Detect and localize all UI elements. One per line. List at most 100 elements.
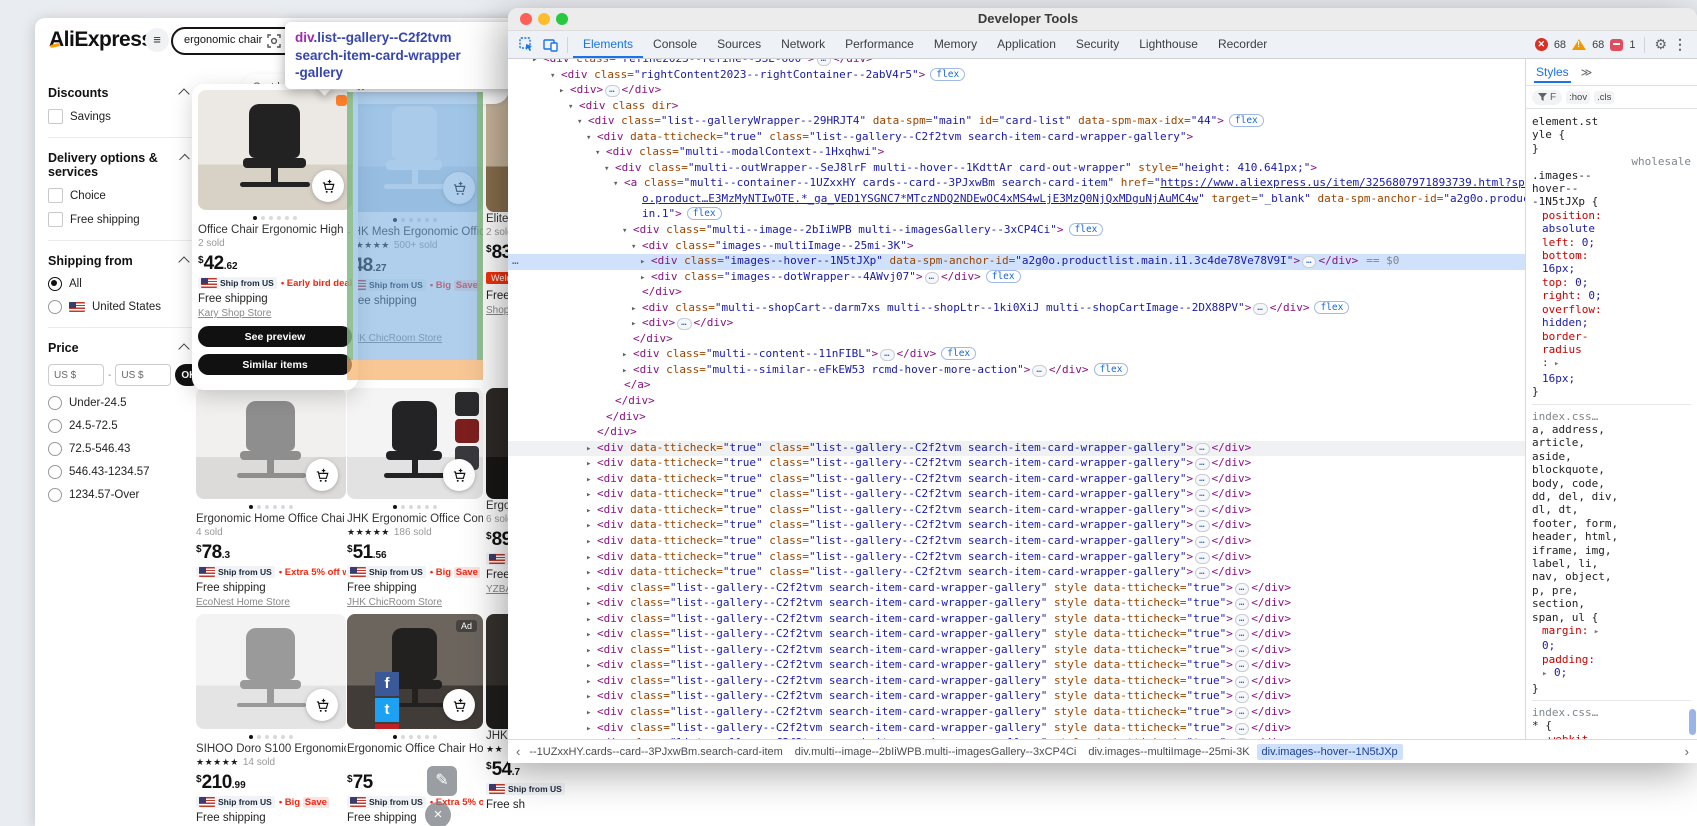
style-line[interactable]: radius: [1532, 343, 1691, 356]
image-carousel-dots[interactable]: [196, 735, 346, 739]
style-line[interactable]: article,: [1532, 436, 1691, 449]
carousel-dot[interactable]: [273, 735, 277, 739]
style-line[interactable]: 0;: [1532, 639, 1691, 652]
expand-arrow-icon[interactable]: ▾: [631, 240, 642, 255]
dom-tree-node[interactable]: ▾ <div class="multi--modalContext--1Hxqhw…: [508, 145, 1525, 161]
expand-arrow-icon[interactable]: ▸: [586, 628, 597, 643]
carousel-dot[interactable]: [289, 735, 293, 739]
image-search-icon[interactable]: [267, 34, 281, 48]
close-window-button[interactable]: [520, 13, 532, 25]
expand-arrow-icon[interactable]: ▸: [559, 84, 570, 99]
dom-tree-node[interactable]: o.product…E3MzMyNTIwOTE.*_ga_VED1YSGNC7*…: [508, 192, 1525, 208]
image-carousel-dots[interactable]: [347, 218, 483, 222]
inline-expand-button[interactable]: …: [1234, 644, 1250, 657]
radio-button[interactable]: [48, 300, 62, 314]
style-line[interactable]: .images--: [1532, 169, 1691, 182]
expand-arrow-icon[interactable]: ▸: [640, 271, 651, 286]
share-facebook-icon[interactable]: f: [375, 672, 399, 696]
product-card[interactable]: JHK Mesh Ergonomic Office C…★★★★★500+ so…: [347, 92, 483, 347]
store-link[interactable]: JHK ChicRoom Store: [347, 333, 483, 344]
product-title[interactable]: SIHOO Doro S100 Ergonomic…: [196, 743, 346, 755]
expand-arrow-icon[interactable]: ▸: [640, 255, 651, 270]
style-line[interactable]: }: [1532, 142, 1691, 155]
error-icon[interactable]: ✕: [1534, 38, 1548, 51]
radio-button[interactable]: [48, 396, 62, 410]
expand-arrow-icon[interactable]: ▾: [622, 224, 633, 239]
chevron-up-icon[interactable]: [178, 343, 190, 355]
dom-tree-node[interactable]: ▸<div class="list--gallery--C2f2tvm sear…: [508, 674, 1525, 690]
style-line[interactable]: ▸ 0;: [1532, 666, 1691, 681]
inline-expand-button[interactable]: …: [1195, 504, 1210, 517]
product-title[interactable]: JHK Ergonomic Office Compu…: [347, 513, 483, 525]
image-carousel-dots[interactable]: [347, 735, 483, 739]
dom-tree-node[interactable]: in.1"> flex: [508, 207, 1525, 223]
expand-arrow-icon[interactable]: ▸: [586, 722, 597, 737]
expand-arrow-icon[interactable]: ▸: [586, 597, 597, 612]
carousel-dot[interactable]: [289, 505, 293, 509]
expand-arrow-icon[interactable]: ▸: [586, 690, 597, 705]
inline-expand-button[interactable]: …: [1195, 520, 1210, 533]
radio-button[interactable]: [48, 442, 62, 456]
add-to-cart-button[interactable]: [306, 689, 338, 721]
product-title[interactable]: Office Chair Ergonomic High …: [198, 224, 352, 236]
style-line[interactable]: -1N5tJXp {: [1532, 195, 1691, 208]
dom-tree-node[interactable]: </div>: [508, 285, 1525, 301]
expand-arrow-icon[interactable]: ▾: [613, 177, 624, 192]
inline-expand-button[interactable]: …: [1253, 302, 1268, 315]
style-line[interactable]: * {: [1532, 719, 1691, 732]
styles-filter-input[interactable]: F: [1532, 89, 1563, 105]
tab-lighthouse[interactable]: Lighthouse: [1129, 31, 1208, 58]
carousel-dot[interactable]: [393, 505, 397, 509]
add-to-cart-button[interactable]: [443, 689, 475, 721]
tab-elements[interactable]: Elements: [573, 31, 644, 58]
toggle-hover-state-button[interactable]: :hov: [1566, 90, 1591, 104]
style-line[interactable]: 16px;: [1532, 372, 1691, 385]
style-line[interactable]: iframe, img,: [1532, 544, 1691, 557]
carousel-dot[interactable]: [425, 505, 429, 509]
radio-button[interactable]: [48, 488, 62, 502]
dom-tree-node[interactable]: </a>: [508, 378, 1525, 394]
dom-tree-node[interactable]: </div>: [508, 332, 1525, 348]
inline-expand-button[interactable]: …: [1195, 535, 1210, 548]
more-options-icon[interactable]: ⋮: [1673, 36, 1687, 53]
carousel-dot[interactable]: [393, 218, 397, 222]
carousel-dot[interactable]: [417, 735, 421, 739]
device-toolbar-icon[interactable]: [538, 35, 562, 55]
expand-arrow-icon[interactable]: ▾: [550, 69, 561, 84]
tab-application[interactable]: Application: [987, 31, 1066, 58]
breadcrumb-item[interactable]: div.images--hover--1N5tJXp: [1256, 743, 1403, 760]
carousel-dot[interactable]: [281, 735, 285, 739]
style-line[interactable]: footer, form,: [1532, 517, 1691, 530]
dom-tree-node[interactable]: </div>: [508, 410, 1525, 426]
style-line[interactable]: header, html,: [1532, 530, 1691, 543]
product-title[interactable]: Ergonomic Home Office Chai…: [196, 513, 346, 525]
inline-expand-button[interactable]: …: [1234, 691, 1250, 704]
aliexpress-logo[interactable]: AliExpress: [49, 28, 153, 52]
dom-tree-node[interactable]: ▸<div class="list--gallery--C2f2tvm sear…: [508, 658, 1525, 674]
breadcrumb-forward-icon[interactable]: ›: [1681, 744, 1693, 759]
expand-arrow-icon[interactable]: ▸: [532, 59, 543, 68]
product-image[interactable]: [347, 388, 483, 499]
dom-tree-node[interactable]: ▸<div class="list--gallery--C2f2tvm sear…: [508, 596, 1525, 612]
product-image[interactable]: [198, 90, 352, 210]
checkbox[interactable]: [48, 212, 63, 227]
expand-arrow-icon[interactable]: ▾: [586, 131, 597, 146]
product-image[interactable]: Ad ftp: [347, 614, 483, 729]
dom-tree-node[interactable]: ▸ <div data-tticheck="true" class="list--…: [508, 487, 1525, 503]
style-line[interactable]: bottom:: [1532, 249, 1691, 262]
style-line[interactable]: }: [1532, 682, 1691, 695]
carousel-dot[interactable]: [273, 505, 277, 509]
dom-tree-node[interactable]: ▾ <div class="multi--image--2bIiWPB multi…: [508, 223, 1525, 239]
flex-badge[interactable]: flex: [985, 269, 1021, 283]
style-line[interactable]: -webkit-: [1532, 733, 1691, 739]
scrollbar-thumb[interactable]: [1689, 709, 1696, 735]
dom-tree-node[interactable]: ▸<div class="list--gallery--C2f2tvm sear…: [508, 721, 1525, 737]
share-pinterest-icon[interactable]: p: [375, 724, 399, 729]
breadcrumb-item[interactable]: --1UZxxHY.cards--card--3PJxwBm.search-ca…: [524, 744, 787, 760]
style-line[interactable]: : ▸: [1532, 356, 1691, 371]
expand-arrow-icon[interactable]: ▸: [586, 659, 597, 674]
inline-expand-button[interactable]: …: [605, 85, 620, 98]
style-line[interactable]: top: 0;: [1532, 276, 1691, 289]
dom-tree-node[interactable]: ▾ <a class="multi--container--1UZxxHY car…: [508, 176, 1525, 192]
filter-option[interactable]: 546.43-1234.57: [48, 465, 200, 479]
